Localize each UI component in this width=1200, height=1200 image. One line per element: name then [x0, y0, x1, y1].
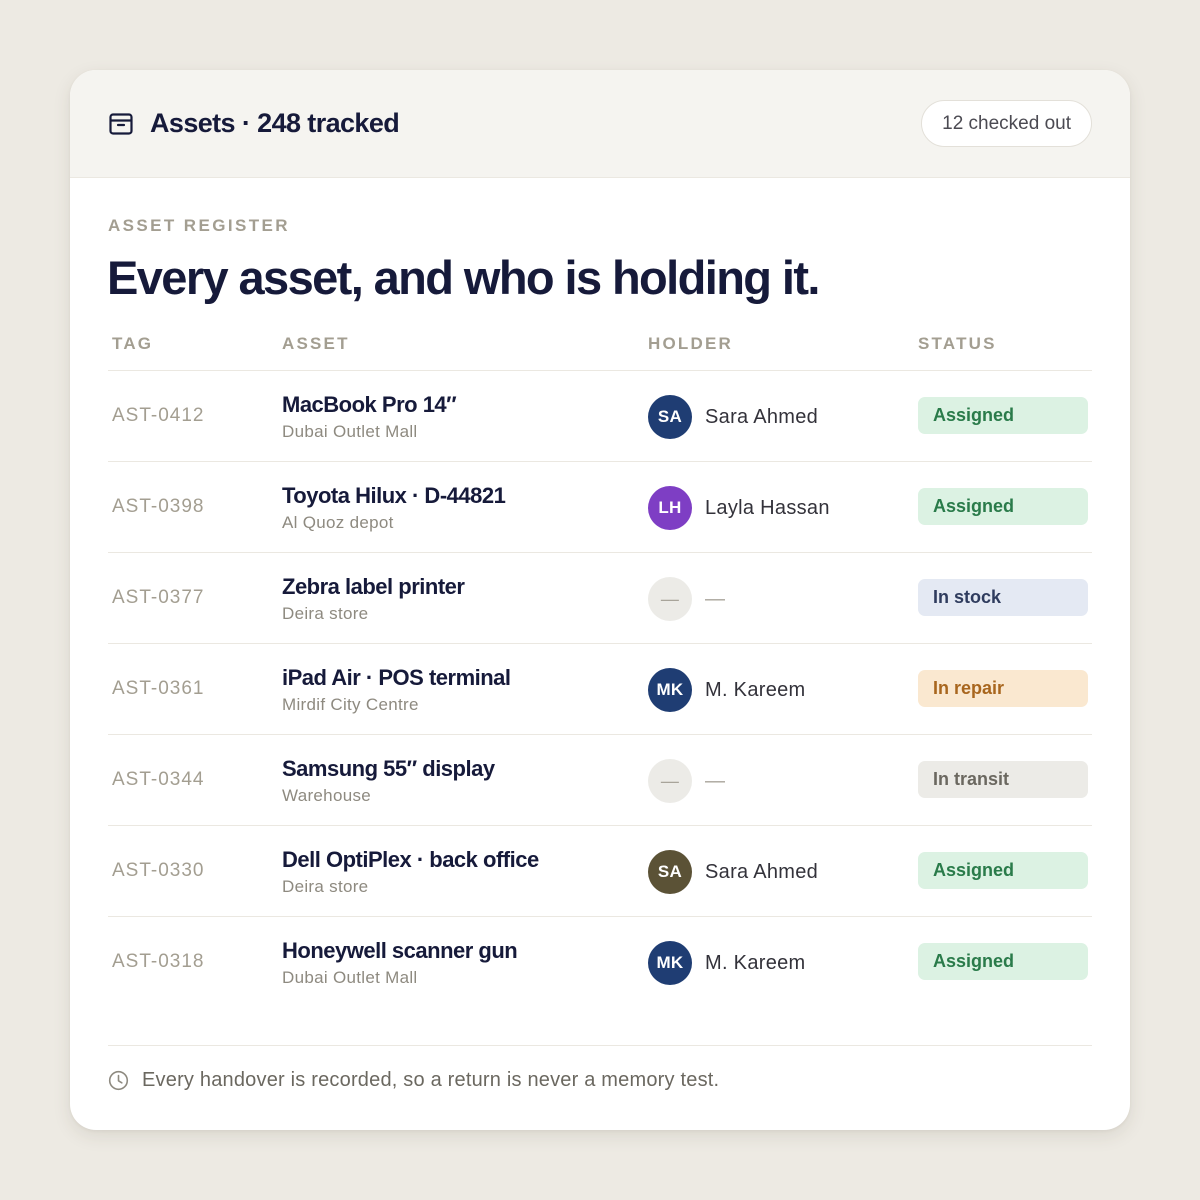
column-header-status: STATUS	[918, 334, 997, 353]
holder-name: —	[705, 770, 726, 792]
status-badge: In transit	[918, 761, 1088, 798]
asset-name[interactable]: MacBook Pro 14″	[282, 391, 457, 419]
status-badge: Assigned	[918, 943, 1088, 980]
table-header: TAG ASSET HOLDER STATUS	[108, 332, 1092, 371]
section-headline: Every asset, and who is holding it.	[107, 251, 820, 304]
asset-tag: AST-0344	[112, 769, 205, 790]
avatar: MK	[648, 668, 692, 712]
footer-note: Every handover is recorded, so a return …	[142, 1069, 720, 1091]
asset-location: Al Quoz depot	[282, 513, 394, 532]
clock-icon	[108, 1070, 129, 1091]
asset-name[interactable]: iPad Air · POS terminal	[282, 664, 511, 692]
table-row[interactable]: AST-0344 Samsung 55″ display Warehouse — — In…	[108, 735, 1092, 826]
asset-name[interactable]: Dell OptiPlex · back office	[282, 846, 539, 874]
avatar: MK	[648, 941, 692, 985]
status-badge: In stock	[918, 579, 1088, 616]
avatar: SA	[648, 395, 692, 439]
asset-location: Mirdif City Centre	[282, 695, 419, 714]
table-row[interactable]: AST-0318 Honeywell scanner gun Dubai Outle…	[108, 917, 1092, 1008]
holder-name: M. Kareem	[705, 679, 806, 701]
asset-name[interactable]: Zebra label printer	[282, 573, 465, 601]
table-row[interactable]: AST-0377 Zebra label printer Deira store — —…	[108, 553, 1092, 644]
asset-location: Dubai Outlet Mall	[282, 968, 418, 987]
section-eyebrow: ASSET REGISTER	[108, 216, 290, 235]
status-badge: Assigned	[918, 852, 1088, 889]
avatar: SA	[648, 850, 692, 894]
asset-name[interactable]: Toyota Hilux · D-44821	[282, 482, 506, 510]
avatar: —	[648, 577, 692, 621]
page-title: Assets · 248 tracked	[150, 108, 400, 138]
archive-box-icon	[109, 113, 133, 135]
holder-name: Sara Ahmed	[705, 406, 819, 428]
checked-out-badge[interactable]: 12 checked out	[921, 100, 1092, 147]
table-row[interactable]: AST-0330 Dell OptiPlex · back office Deira…	[108, 826, 1092, 917]
assets-card: Assets · 248 tracked 12 checked out ASSE…	[70, 70, 1130, 1130]
card-header: Assets · 248 tracked 12 checked out	[70, 70, 1130, 178]
asset-location: Deira store	[282, 604, 369, 623]
asset-tag: AST-0318	[112, 951, 205, 972]
asset-tag: AST-0361	[112, 678, 205, 699]
column-header-asset: ASSET	[282, 334, 350, 353]
holder-name: Sara Ahmed	[705, 861, 819, 883]
avatar: LH	[648, 486, 692, 530]
holder-name: M. Kareem	[705, 952, 806, 974]
status-badge: In repair	[918, 670, 1088, 707]
table-row[interactable]: AST-0361 iPad Air · POS terminal Mirdif Ci…	[108, 644, 1092, 735]
asset-location: Warehouse	[282, 786, 372, 805]
asset-table-body: AST-0412 MacBook Pro 14″ Dubai Outlet Mall…	[108, 371, 1092, 1008]
table-row[interactable]: AST-0412 MacBook Pro 14″ Dubai Outlet Mall…	[108, 371, 1092, 462]
asset-tag: AST-0377	[112, 587, 205, 608]
table-row[interactable]: AST-0398 Toyota Hilux · D-44821 Al Quoz de…	[108, 462, 1092, 553]
asset-tag: AST-0412	[112, 405, 205, 426]
holder-name: Layla Hassan	[705, 497, 830, 519]
asset-tag: AST-0398	[112, 496, 205, 517]
footer-divider	[108, 1045, 1092, 1046]
asset-name[interactable]: Honeywell scanner gun	[282, 937, 518, 965]
status-badge: Assigned	[918, 488, 1088, 525]
avatar: —	[648, 759, 692, 803]
column-header-tag: TAG	[112, 334, 154, 353]
holder-name: —	[705, 588, 726, 610]
column-header-holder: HOLDER	[648, 334, 733, 353]
status-badge: Assigned	[918, 397, 1088, 434]
asset-location: Dubai Outlet Mall	[282, 422, 418, 441]
asset-location: Deira store	[282, 877, 369, 896]
asset-tag: AST-0330	[112, 860, 205, 881]
asset-name[interactable]: Samsung 55″ display	[282, 755, 495, 783]
